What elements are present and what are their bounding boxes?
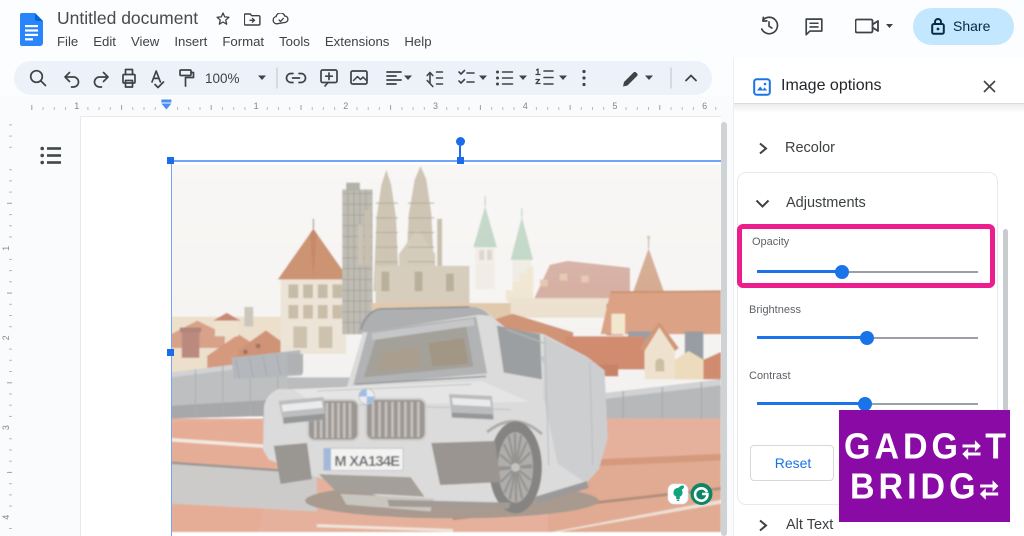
svg-text:4: 4 [523,101,528,111]
svg-text:5: 5 [612,101,617,111]
svg-text:3: 3 [1,425,11,430]
svg-text:6: 6 [702,101,707,111]
svg-text:3: 3 [433,101,438,111]
svg-text:1: 1 [254,101,259,111]
svg-text:1: 1 [74,101,79,111]
svg-text:4: 4 [1,515,11,520]
svg-text:1: 1 [1,246,11,251]
svg-text:2: 2 [343,101,348,111]
svg-text:2: 2 [1,335,11,340]
